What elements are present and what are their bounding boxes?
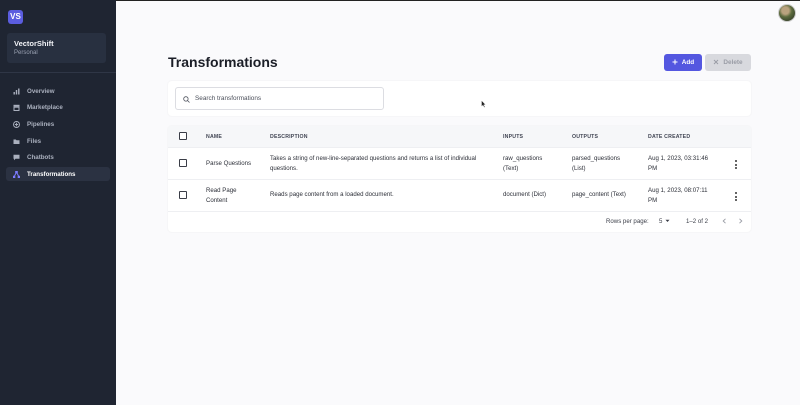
column-header-description[interactable]: DESCRIPTION	[270, 134, 308, 140]
table-header: NAME DESCRIPTION INPUTS OUTPUTS DATE CRE…	[168, 126, 751, 147]
rows-per-page-value: 5	[659, 218, 663, 225]
chevron-right-icon	[738, 218, 743, 226]
folder-icon	[13, 138, 20, 145]
sidebar-item-chatbots[interactable]: Chatbots	[6, 151, 110, 165]
chat-icon	[13, 154, 20, 161]
sidebar-item-files[interactable]: Files	[6, 134, 110, 148]
select-all-checkbox[interactable]	[179, 132, 187, 140]
search-input[interactable]	[195, 95, 375, 102]
sidebar-item-transformations[interactable]: Transformations	[6, 167, 110, 182]
top-border	[0, 0, 800, 1]
sidebar-item-marketplace[interactable]: Marketplace	[6, 101, 110, 115]
next-page-button[interactable]	[738, 218, 743, 226]
row-checkbox[interactable]	[179, 191, 187, 199]
row-menu-icon[interactable]	[734, 192, 738, 201]
page-title: Transformations	[168, 54, 278, 70]
row-menu-icon[interactable]	[734, 160, 738, 169]
sidebar-item-pipelines[interactable]: Pipelines	[6, 117, 110, 131]
search-icon	[183, 90, 190, 108]
add-button-label: Add	[681, 59, 695, 66]
row-date-created: Aug 1, 2023, 08:07:11 PM	[648, 187, 708, 204]
rows-per-page-label: Rows per page:	[606, 218, 649, 225]
plus-icon	[672, 59, 678, 67]
add-button[interactable]: Add	[664, 54, 702, 71]
chevron-left-icon	[722, 218, 727, 226]
column-header-inputs[interactable]: INPUTS	[503, 134, 523, 140]
delete-button[interactable]: Delete	[705, 54, 751, 71]
row-name: Read Page Content	[206, 187, 237, 204]
transform-icon	[13, 170, 20, 178]
sidebar-item-overview[interactable]: Overview	[6, 84, 110, 98]
row-description: Takes a string of new-line-separated que…	[270, 155, 477, 172]
table-row[interactable]: Read Page Content Reads page content fro…	[168, 179, 751, 211]
column-header-name[interactable]: NAME	[206, 134, 222, 140]
caret-down-icon	[665, 218, 670, 225]
close-icon	[713, 59, 719, 67]
column-header-outputs[interactable]: OUTPUTS	[572, 134, 598, 140]
bar-chart-icon	[13, 88, 20, 95]
mouse-cursor	[481, 95, 487, 108]
store-icon	[13, 104, 20, 112]
sidebar-item-label: Pipelines	[27, 120, 55, 128]
workspace-name: VectorShift	[14, 39, 54, 48]
app-logo[interactable]: VS	[8, 10, 23, 24]
workspace-switcher[interactable]: VectorShift Personal	[7, 33, 106, 63]
row-outputs: parsed_questions (List)	[572, 155, 621, 172]
row-inputs: document (Dict)	[503, 191, 547, 198]
rows-per-page-select[interactable]: 5	[659, 218, 670, 225]
row-date-created: Aug 1, 2023, 03:31:46 PM	[648, 155, 708, 172]
row-inputs: raw_questions (Text)	[503, 155, 543, 172]
row-checkbox[interactable]	[179, 159, 187, 167]
row-outputs: page_content (Text)	[572, 191, 626, 198]
sidebar-item-label: Files	[27, 137, 42, 145]
search-box[interactable]	[175, 87, 384, 110]
user-avatar[interactable]	[778, 4, 796, 22]
row-name: Parse Questions	[206, 160, 252, 167]
sidebar-divider	[0, 72, 116, 73]
table-pagination: Rows per page: 5 1–2 of 2	[168, 211, 751, 232]
column-header-date-created[interactable]: DATE CREATED	[648, 134, 690, 140]
sidebar-item-label: Marketplace	[27, 104, 63, 112]
row-description: Reads page content from a loaded documen…	[270, 191, 394, 198]
delete-button-label: Delete	[723, 59, 743, 66]
sidebar: VS VectorShift Personal Overview Marketp…	[0, 0, 116, 405]
sidebar-item-label: Chatbots	[27, 154, 54, 162]
sidebar-item-label: Transformations	[27, 170, 76, 178]
pagination-range: 1–2 of 2	[686, 218, 709, 225]
search-card	[168, 81, 751, 116]
table-row[interactable]: Parse Questions Takes a string of new-li…	[168, 147, 751, 179]
sidebar-item-label: Overview	[27, 87, 55, 95]
pipeline-icon	[13, 120, 20, 128]
previous-page-button[interactable]	[722, 218, 727, 226]
sidebar-nav: Overview Marketplace Pipelines Files Cha…	[6, 84, 110, 184]
transformations-table: NAME DESCRIPTION INPUTS OUTPUTS DATE CRE…	[168, 126, 751, 232]
workspace-type: Personal	[14, 50, 38, 56]
